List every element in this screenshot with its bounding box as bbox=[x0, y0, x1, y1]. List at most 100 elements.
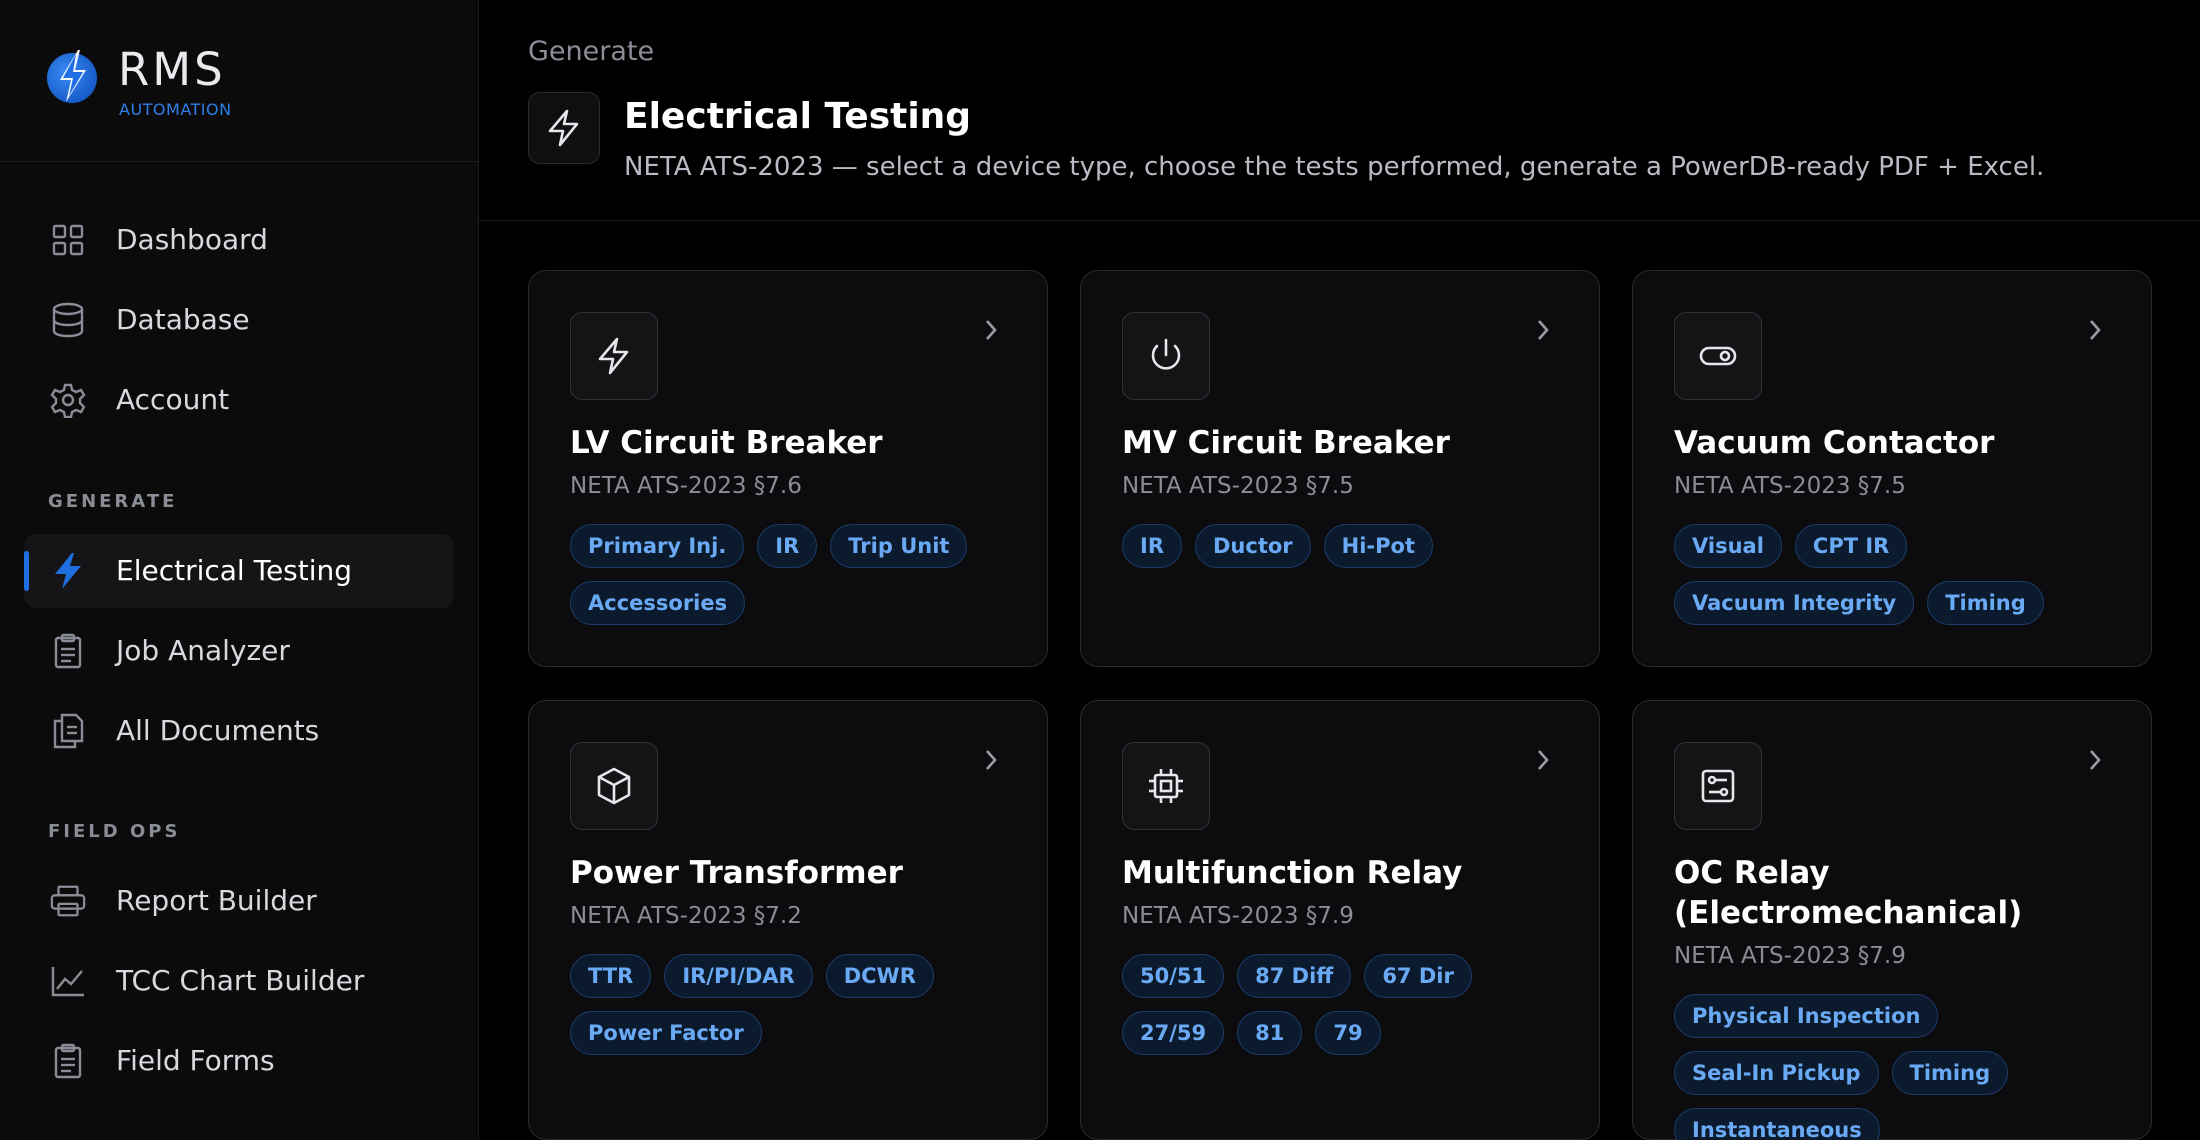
test-tag: IR bbox=[1122, 524, 1182, 568]
test-tag: 50/51 bbox=[1122, 954, 1225, 998]
test-tag: Visual bbox=[1674, 524, 1782, 568]
test-tags: IR Ductor Hi-Pot bbox=[1122, 524, 1569, 568]
sidebar-item-field-forms[interactable]: Field Forms bbox=[24, 1024, 454, 1098]
section-label-generate: GENERATE bbox=[48, 491, 178, 512]
test-tag: Physical Inspection bbox=[1674, 994, 1939, 1038]
main-content: Generate Electrical Testing NETA ATS-202… bbox=[479, 0, 2200, 1140]
sidebar-item-label: TCC Chart Builder bbox=[116, 964, 365, 997]
sidebar-item-account[interactable]: Account bbox=[24, 363, 454, 437]
sidebar-item-job-analyzer[interactable]: Job Analyzer bbox=[24, 614, 454, 688]
card-title: Power Transformer bbox=[570, 855, 903, 891]
card-title: LV Circuit Breaker bbox=[570, 425, 883, 461]
test-tag: IR bbox=[757, 524, 818, 568]
lightning-icon bbox=[570, 312, 658, 400]
relay-icon bbox=[1674, 742, 1762, 830]
test-tag: Accessories bbox=[570, 581, 746, 625]
printer-icon bbox=[50, 883, 86, 919]
test-tag: Ductor bbox=[1194, 524, 1311, 568]
sidebar-item-tcc-chart-builder[interactable]: TCC Chart Builder bbox=[24, 944, 454, 1018]
sidebar: RMS AUTOMATION Dashboard Database Accoun… bbox=[0, 0, 479, 1140]
test-tag: Timing bbox=[1927, 581, 2044, 625]
chart-icon bbox=[50, 963, 86, 999]
lightning-icon bbox=[528, 92, 600, 164]
brand-name: RMS bbox=[118, 43, 226, 96]
test-tags: Visual CPT IR Vacuum Integrity Timing bbox=[1674, 524, 2121, 625]
chevron-right-icon bbox=[1531, 745, 1555, 775]
clipboard-icon bbox=[50, 1043, 86, 1079]
card-standard: NETA ATS-2023 §7.5 bbox=[1122, 473, 1354, 499]
card-title: MV Circuit Breaker bbox=[1122, 425, 1450, 461]
page-header: Generate Electrical Testing NETA ATS-202… bbox=[479, 0, 2200, 221]
card-standard: NETA ATS-2023 §7.5 bbox=[1674, 473, 1906, 499]
test-tag: Power Factor bbox=[570, 1011, 762, 1055]
sidebar-item-label: Field Forms bbox=[116, 1044, 275, 1077]
sidebar-item-dashboard[interactable]: Dashboard bbox=[24, 203, 454, 277]
test-tags: 50/51 87 Diff 67 Dir 27/59 81 79 bbox=[1122, 954, 1569, 1055]
lightning-logo-icon bbox=[46, 48, 100, 104]
test-tag: CPT IR bbox=[1794, 524, 1908, 568]
app: RMS AUTOMATION Dashboard Database Accoun… bbox=[0, 0, 2200, 1140]
clipboard-icon bbox=[50, 633, 86, 669]
brand: RMS AUTOMATION bbox=[0, 0, 478, 162]
chevron-right-icon bbox=[2083, 745, 2107, 775]
gear-icon bbox=[50, 382, 86, 418]
sidebar-item-label: Report Builder bbox=[116, 884, 317, 917]
sidebar-item-label: Job Analyzer bbox=[116, 634, 290, 667]
card-standard: NETA ATS-2023 §7.6 bbox=[570, 473, 802, 499]
sidebar-item-label: Database bbox=[116, 303, 250, 336]
test-tag: Instantaneous bbox=[1674, 1108, 1880, 1140]
test-tag: DCWR bbox=[825, 954, 934, 998]
sidebar-item-report-builder[interactable]: Report Builder bbox=[24, 864, 454, 938]
device-card-multifunction-relay[interactable]: Multifunction Relay NETA ATS-2023 §7.9 5… bbox=[1080, 700, 1600, 1140]
test-tag: Timing bbox=[1891, 1051, 2009, 1095]
device-type-grid: LV Circuit Breaker NETA ATS-2023 §7.6 Pr… bbox=[528, 270, 2200, 1140]
test-tag: Hi-Pot bbox=[1323, 524, 1433, 568]
page-subtitle: NETA ATS-2023 — select a device type, ch… bbox=[624, 152, 2045, 182]
section-label-field-ops: FIELD OPS bbox=[48, 821, 181, 842]
card-standard: NETA ATS-2023 §7.9 bbox=[1674, 943, 1906, 969]
device-card-vacuum-contactor[interactable]: Vacuum Contactor NETA ATS-2023 §7.5 Visu… bbox=[1632, 270, 2152, 667]
test-tag: 79 bbox=[1315, 1011, 1381, 1055]
test-tag: Seal-In Pickup bbox=[1674, 1051, 1879, 1095]
sidebar-item-label: All Documents bbox=[116, 714, 320, 747]
test-tag: IR/PI/DAR bbox=[664, 954, 813, 998]
active-indicator bbox=[24, 551, 29, 591]
sidebar-item-electrical-testing[interactable]: Electrical Testing bbox=[24, 534, 454, 608]
chevron-right-icon bbox=[1531, 315, 1555, 345]
chevron-right-icon bbox=[979, 745, 1003, 775]
test-tags: Primary Inj. IR Trip Unit Accessories bbox=[570, 524, 1017, 625]
sidebar-item-label: Account bbox=[116, 383, 230, 416]
test-tags: Physical Inspection Seal-In Pickup Timin… bbox=[1674, 994, 2121, 1140]
test-tag: 27/59 bbox=[1122, 1011, 1225, 1055]
device-card-power-transformer[interactable]: Power Transformer NETA ATS-2023 §7.2 TTR… bbox=[528, 700, 1048, 1140]
sidebar-item-label: Dashboard bbox=[116, 223, 268, 256]
cube-icon bbox=[570, 742, 658, 830]
test-tag: Primary Inj. bbox=[570, 524, 745, 568]
chevron-right-icon bbox=[2083, 315, 2107, 345]
cpu-icon bbox=[1122, 742, 1210, 830]
card-title: OC Relay (Electromechanical) bbox=[1674, 855, 2023, 931]
toggle-icon bbox=[1674, 312, 1762, 400]
test-tag: 87 Diff bbox=[1237, 954, 1352, 998]
sidebar-item-database[interactable]: Database bbox=[24, 283, 454, 357]
test-tag: TTR bbox=[570, 954, 652, 998]
power-icon bbox=[1122, 312, 1210, 400]
breadcrumb[interactable]: Generate bbox=[528, 36, 654, 68]
device-card-oc-relay[interactable]: OC Relay (Electromechanical) NETA ATS-20… bbox=[1632, 700, 2152, 1140]
device-card-mv-circuit-breaker[interactable]: MV Circuit Breaker NETA ATS-2023 §7.5 IR… bbox=[1080, 270, 1600, 667]
lightning-icon bbox=[50, 553, 86, 589]
chevron-right-icon bbox=[979, 315, 1003, 345]
database-icon bbox=[50, 302, 86, 338]
test-tag: 67 Dir bbox=[1364, 954, 1472, 998]
test-tag: 81 bbox=[1237, 1011, 1303, 1055]
page-title: Electrical Testing bbox=[624, 96, 972, 137]
card-standard: NETA ATS-2023 §7.9 bbox=[1122, 903, 1354, 929]
card-title: Vacuum Contactor bbox=[1674, 425, 1995, 461]
test-tag: Vacuum Integrity bbox=[1674, 581, 1915, 625]
test-tags: TTR IR/PI/DAR DCWR Power Factor bbox=[570, 954, 1017, 1055]
test-tag: Trip Unit bbox=[830, 524, 968, 568]
sidebar-item-all-documents[interactable]: All Documents bbox=[24, 694, 454, 768]
device-card-lv-circuit-breaker[interactable]: LV Circuit Breaker NETA ATS-2023 §7.6 Pr… bbox=[528, 270, 1048, 667]
card-standard: NETA ATS-2023 §7.2 bbox=[570, 903, 802, 929]
documents-icon bbox=[50, 713, 86, 749]
